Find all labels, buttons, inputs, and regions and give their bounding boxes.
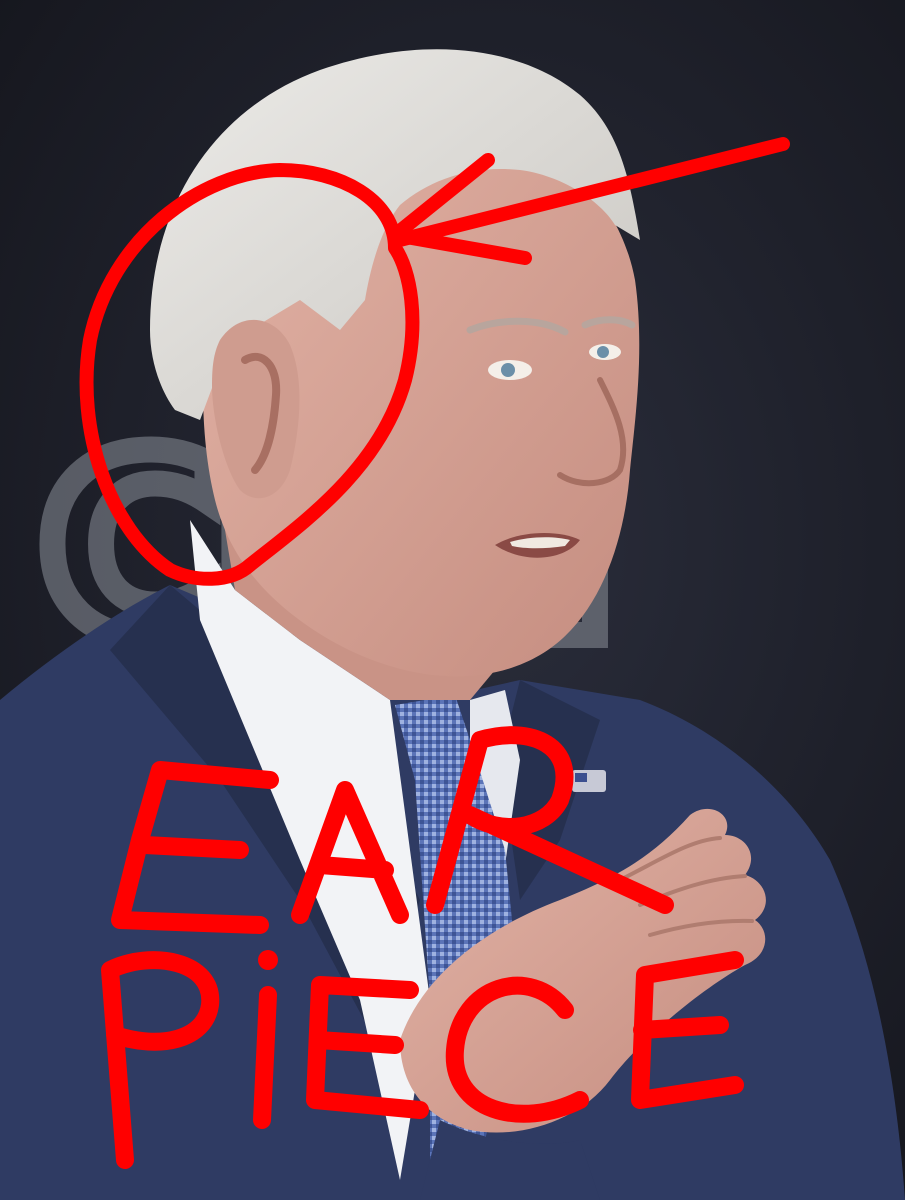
- annotated-photo: CNN: [0, 0, 905, 1200]
- letter-i-dot: [258, 950, 278, 970]
- letter-i: [253, 986, 277, 1129]
- eye-right-iris: [597, 346, 609, 358]
- flag-pin-canton: [575, 773, 587, 782]
- eye-left-iris: [501, 363, 515, 377]
